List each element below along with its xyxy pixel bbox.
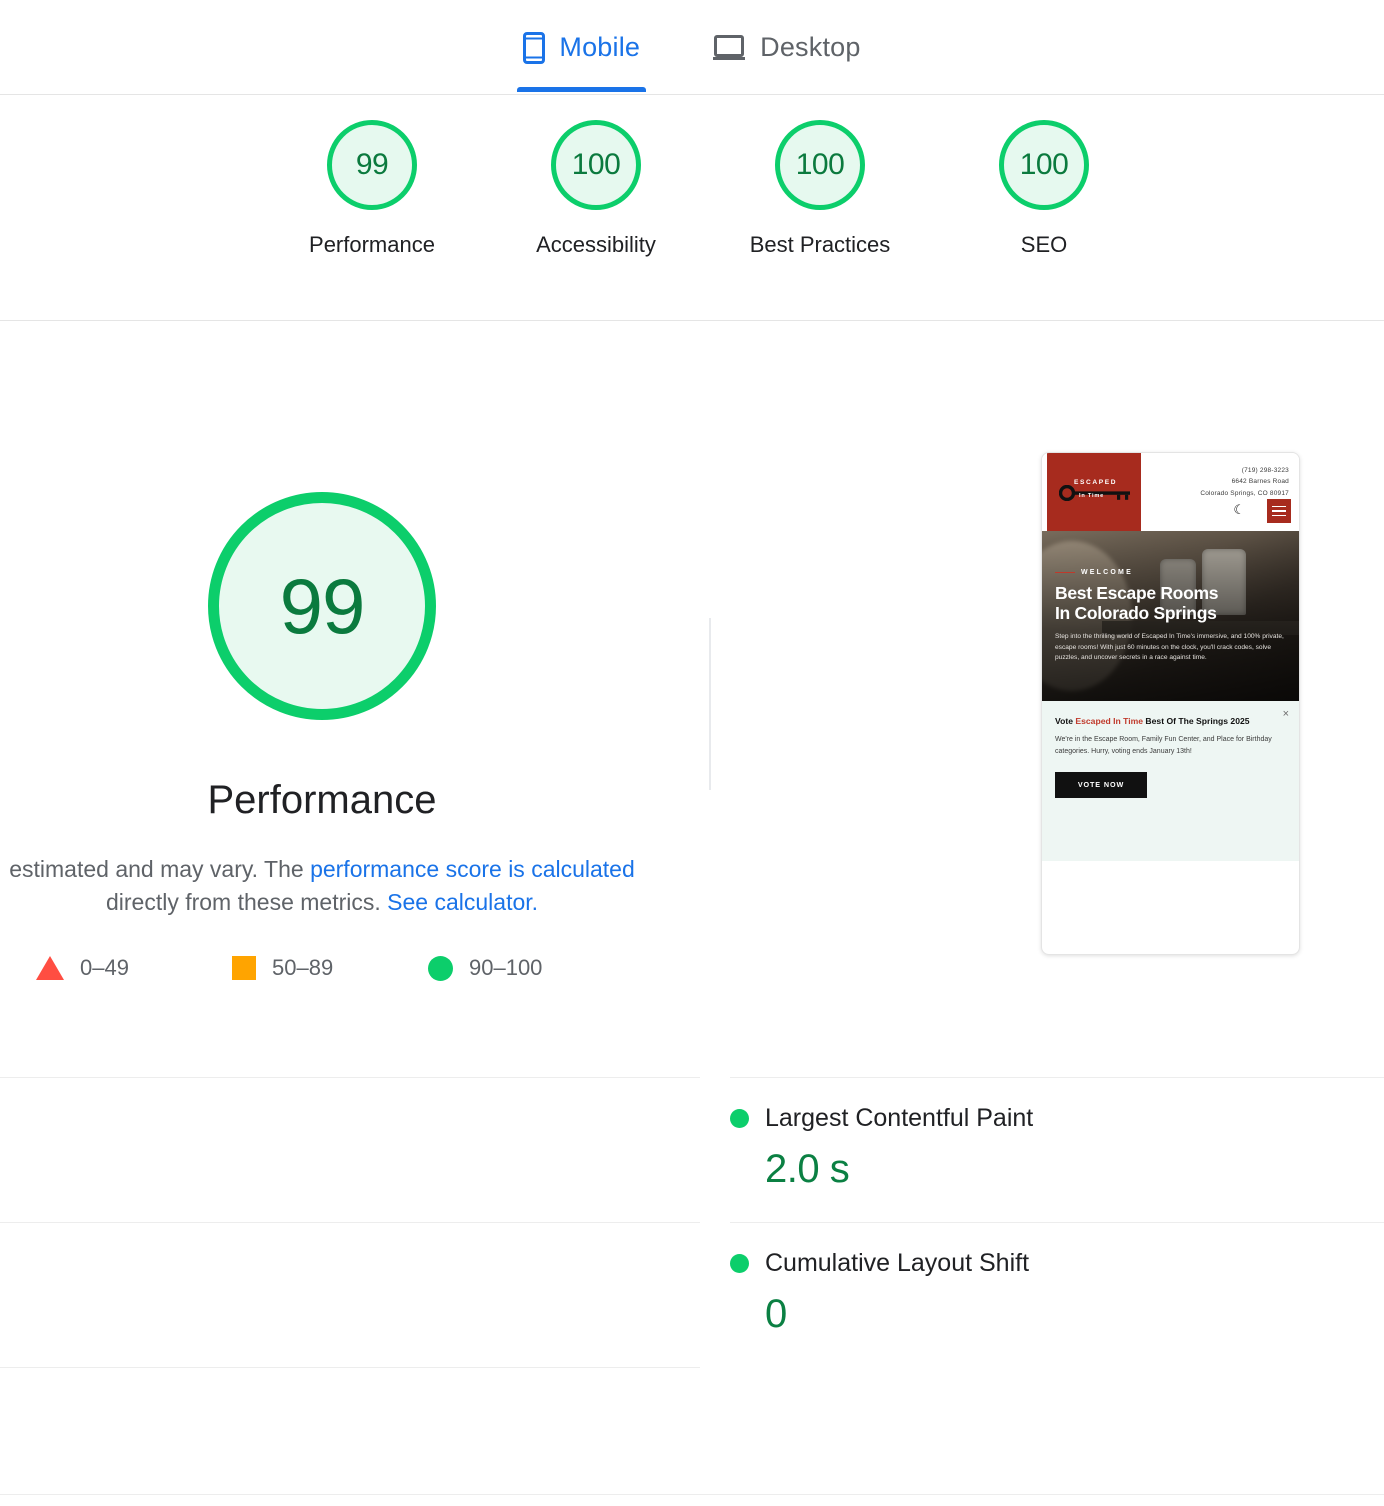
scores-divider bbox=[0, 320, 1384, 321]
tab-desktop[interactable]: Desktop bbox=[706, 12, 866, 84]
site-address-line2: Colorado Springs, CO 80917 bbox=[1200, 489, 1289, 497]
metric-value: 0 bbox=[765, 1292, 787, 1336]
metric-first-contentful-paint[interactable]: ntentful Paint s bbox=[0, 1077, 700, 1222]
performance-gauge: 99 bbox=[208, 492, 436, 720]
legend-range: 90–100 bbox=[469, 955, 543, 980]
description-middle: directly from these metrics. bbox=[105, 888, 388, 915]
performance-score-link[interactable]: performance score is calculated bbox=[310, 856, 635, 882]
metric-speed-index[interactable]: ndex s bbox=[0, 1367, 700, 1506]
hamburger-menu-icon[interactable] bbox=[1267, 499, 1291, 523]
promo-title-post: Best Of The Springs 2025 bbox=[1143, 716, 1250, 726]
hero-eyebrow-text: WELCOME bbox=[1081, 569, 1133, 576]
metric-value: s bbox=[0, 1437, 700, 1482]
legend-range: 50–89 bbox=[272, 955, 334, 980]
promo-body: We're in the Escape Room, Family Fun Cen… bbox=[1055, 736, 1272, 756]
score-value: 100 bbox=[571, 148, 621, 181]
moon-icon[interactable]: ☾ bbox=[1233, 503, 1245, 516]
see-calculator-link[interactable]: See calculator. bbox=[387, 889, 538, 915]
description-prefix: estimated and may vary. The bbox=[9, 856, 311, 882]
footer-divider bbox=[0, 1494, 1384, 1495]
mobile-icon bbox=[523, 31, 546, 64]
legend-item-pass: 90–100 bbox=[428, 955, 624, 981]
pagespeed-report: Mobile Desktop 99 Performance 100 Access… bbox=[0, 0, 1384, 1506]
score-value: 100 bbox=[1019, 148, 1069, 181]
legend-item-average: 50–89 bbox=[232, 955, 428, 981]
thumbnail-site-header: ESCAPED In Time (719) 298-3223 6642 Barn… bbox=[1042, 453, 1299, 531]
metric-total-blocking-time[interactable]: ocking Time s bbox=[0, 1222, 700, 1367]
site-logo: ESCAPED In Time bbox=[1047, 453, 1141, 531]
legend-range: 0–49 bbox=[80, 955, 129, 980]
metric-name: Largest Contentful Paint bbox=[765, 1104, 1034, 1132]
hero-content: WELCOME Best Escape Rooms In Colorado Sp… bbox=[1055, 569, 1289, 664]
performance-title: Performance bbox=[207, 778, 437, 822]
desktop-icon bbox=[712, 34, 746, 62]
status-dot-icon bbox=[730, 1109, 749, 1128]
eyebrow-dash-icon bbox=[1055, 571, 1075, 574]
score-label: Best Practices bbox=[749, 232, 891, 257]
site-contact-info: (719) 298-3223 6642 Barnes Road Colorado… bbox=[1200, 465, 1289, 499]
score-gauge: 100 bbox=[551, 120, 641, 210]
score-label: Accessibility bbox=[536, 232, 656, 257]
metric-name: Cumulative Layout Shift bbox=[765, 1249, 1030, 1277]
status-dot-icon bbox=[730, 1254, 749, 1273]
square-icon bbox=[232, 956, 256, 980]
performance-gauge-value: 99 bbox=[279, 561, 366, 650]
promo-title: Vote Escaped In Time Best Of The Springs… bbox=[1055, 715, 1286, 727]
logo-secondary-text: In Time bbox=[1079, 493, 1105, 499]
score-accessibility[interactable]: 100 Accessibility bbox=[484, 120, 708, 258]
score-gauge: 100 bbox=[999, 120, 1089, 210]
logo-primary-text: ESCAPED bbox=[1074, 479, 1118, 486]
score-performance[interactable]: 99 Performance bbox=[260, 120, 484, 258]
score-gauge: 99 bbox=[327, 120, 417, 210]
score-gauge: 100 bbox=[775, 120, 865, 210]
thumbnail-hero: WELCOME Best Escape Rooms In Colorado Sp… bbox=[1042, 531, 1299, 701]
header-divider bbox=[0, 94, 1384, 95]
metric-value: s bbox=[0, 1292, 700, 1337]
metric-cumulative-layout-shift[interactable]: Cumulative Layout Shift 0 bbox=[730, 1222, 1384, 1367]
metrics-column-right: Largest Contentful Paint 2.0 s Cumulativ… bbox=[730, 1077, 1384, 1367]
score-legend: 0–49 50–89 90–100 bbox=[0, 955, 660, 981]
tab-mobile[interactable]: Mobile bbox=[517, 12, 647, 92]
promo-title-pre: Vote bbox=[1055, 716, 1076, 726]
vote-now-button[interactable]: VOTE NOW bbox=[1055, 771, 1147, 798]
tab-mobile-label: Mobile bbox=[559, 32, 641, 62]
promo-title-highlight: Escaped In Time bbox=[1075, 716, 1144, 726]
hero-headline-line1: Best Escape Rooms bbox=[1055, 583, 1219, 603]
tab-active-underline bbox=[517, 86, 647, 92]
category-scores: 99 Performance 100 Accessibility 100 Bes… bbox=[0, 120, 1384, 320]
legend-item-fail: 0–49 bbox=[36, 955, 232, 981]
metric-value: 2.0 s bbox=[765, 1147, 850, 1191]
score-seo[interactable]: 100 SEO bbox=[932, 120, 1156, 258]
hero-eyebrow: WELCOME bbox=[1055, 569, 1289, 576]
performance-description: estimated and may vary. The performance … bbox=[0, 853, 652, 918]
triangle-icon bbox=[36, 956, 64, 980]
score-value: 99 bbox=[355, 148, 389, 181]
tab-desktop-label: Desktop bbox=[760, 32, 861, 62]
page-screenshot-thumbnail[interactable]: ESCAPED In Time (719) 298-3223 6642 Barn… bbox=[1041, 452, 1300, 955]
metrics-column-left: ntentful Paint s ocking Time s ndex s bbox=[0, 1077, 700, 1506]
score-label: Performance bbox=[309, 232, 435, 257]
score-label: SEO bbox=[1020, 232, 1068, 257]
performance-summary: 99 Performance estimated and may vary. T… bbox=[0, 492, 662, 918]
hero-body-text: Step into the thrilling world of Escaped… bbox=[1055, 632, 1284, 662]
score-value: 100 bbox=[795, 148, 845, 181]
thumbnail-promo-card: × Vote Escaped In Time Best Of The Sprin… bbox=[1042, 701, 1299, 861]
metric-value: s bbox=[0, 1147, 700, 1192]
hero-headline-line2: In Colorado Springs bbox=[1055, 603, 1217, 624]
score-best-practices[interactable]: 100 Best Practices bbox=[708, 120, 932, 258]
metric-largest-contentful-paint[interactable]: Largest Contentful Paint 2.0 s bbox=[730, 1077, 1384, 1222]
vertical-divider bbox=[709, 618, 711, 790]
circle-icon bbox=[428, 955, 453, 981]
site-phone: (719) 298-3223 bbox=[1241, 467, 1289, 474]
close-icon[interactable]: × bbox=[1283, 709, 1289, 720]
site-address-line1: 6642 Barnes Road bbox=[1231, 478, 1289, 486]
form-factor-tabs: Mobile Desktop bbox=[0, 0, 1384, 95]
